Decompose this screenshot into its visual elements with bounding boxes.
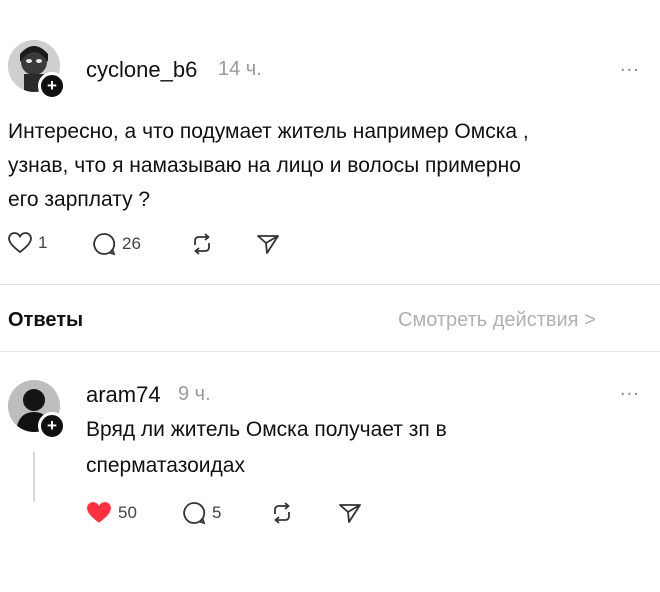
replies-title: Ответы bbox=[8, 309, 84, 331]
reply-comment-count: 5 bbox=[212, 503, 222, 522]
heart-filled-icon bbox=[87, 502, 111, 523]
post-more-icon[interactable]: ... bbox=[620, 54, 640, 77]
like-count: 1 bbox=[38, 233, 48, 252]
view-activity-link[interactable]: Смотреть действия > bbox=[398, 309, 596, 332]
share-button[interactable] bbox=[256, 232, 280, 256]
reply-username[interactable]: aram74 bbox=[86, 382, 161, 408]
repost-icon bbox=[274, 502, 290, 524]
comment-count: 26 bbox=[122, 234, 141, 253]
reply-share-button[interactable] bbox=[338, 501, 362, 525]
send-icon bbox=[257, 235, 279, 254]
reply-repost-button[interactable] bbox=[270, 501, 294, 525]
reply-more-icon[interactable]: ... bbox=[620, 378, 640, 401]
follow-plus-icon[interactable]: + bbox=[38, 72, 66, 100]
post-username[interactable]: cyclone_b6 bbox=[86, 57, 197, 83]
reply-like-count: 50 bbox=[118, 503, 137, 522]
comment-icon bbox=[93, 233, 116, 256]
reply-comment-button[interactable]: 5 bbox=[182, 501, 221, 525]
comment-icon bbox=[183, 502, 206, 525]
reply-time: 9 ч. bbox=[178, 383, 211, 405]
like-button[interactable]: 1 bbox=[8, 232, 47, 254]
reply-text: Вряд ли житель Омска получает зп в сперм… bbox=[86, 418, 447, 477]
reply-like-button[interactable]: 50 bbox=[86, 501, 137, 525]
divider-top bbox=[0, 284, 660, 285]
divider-bottom bbox=[0, 351, 660, 352]
repost-button[interactable] bbox=[190, 232, 214, 256]
heart-icon bbox=[8, 232, 32, 254]
thread-line bbox=[33, 452, 35, 502]
follow-plus-icon[interactable]: + bbox=[38, 412, 66, 440]
post-text: Интересно, а что подумает житель наприме… bbox=[8, 120, 529, 211]
send-icon bbox=[339, 504, 361, 523]
repost-icon bbox=[194, 233, 210, 255]
comment-button[interactable]: 26 bbox=[92, 232, 141, 256]
post-time: 14 ч. bbox=[218, 58, 262, 80]
